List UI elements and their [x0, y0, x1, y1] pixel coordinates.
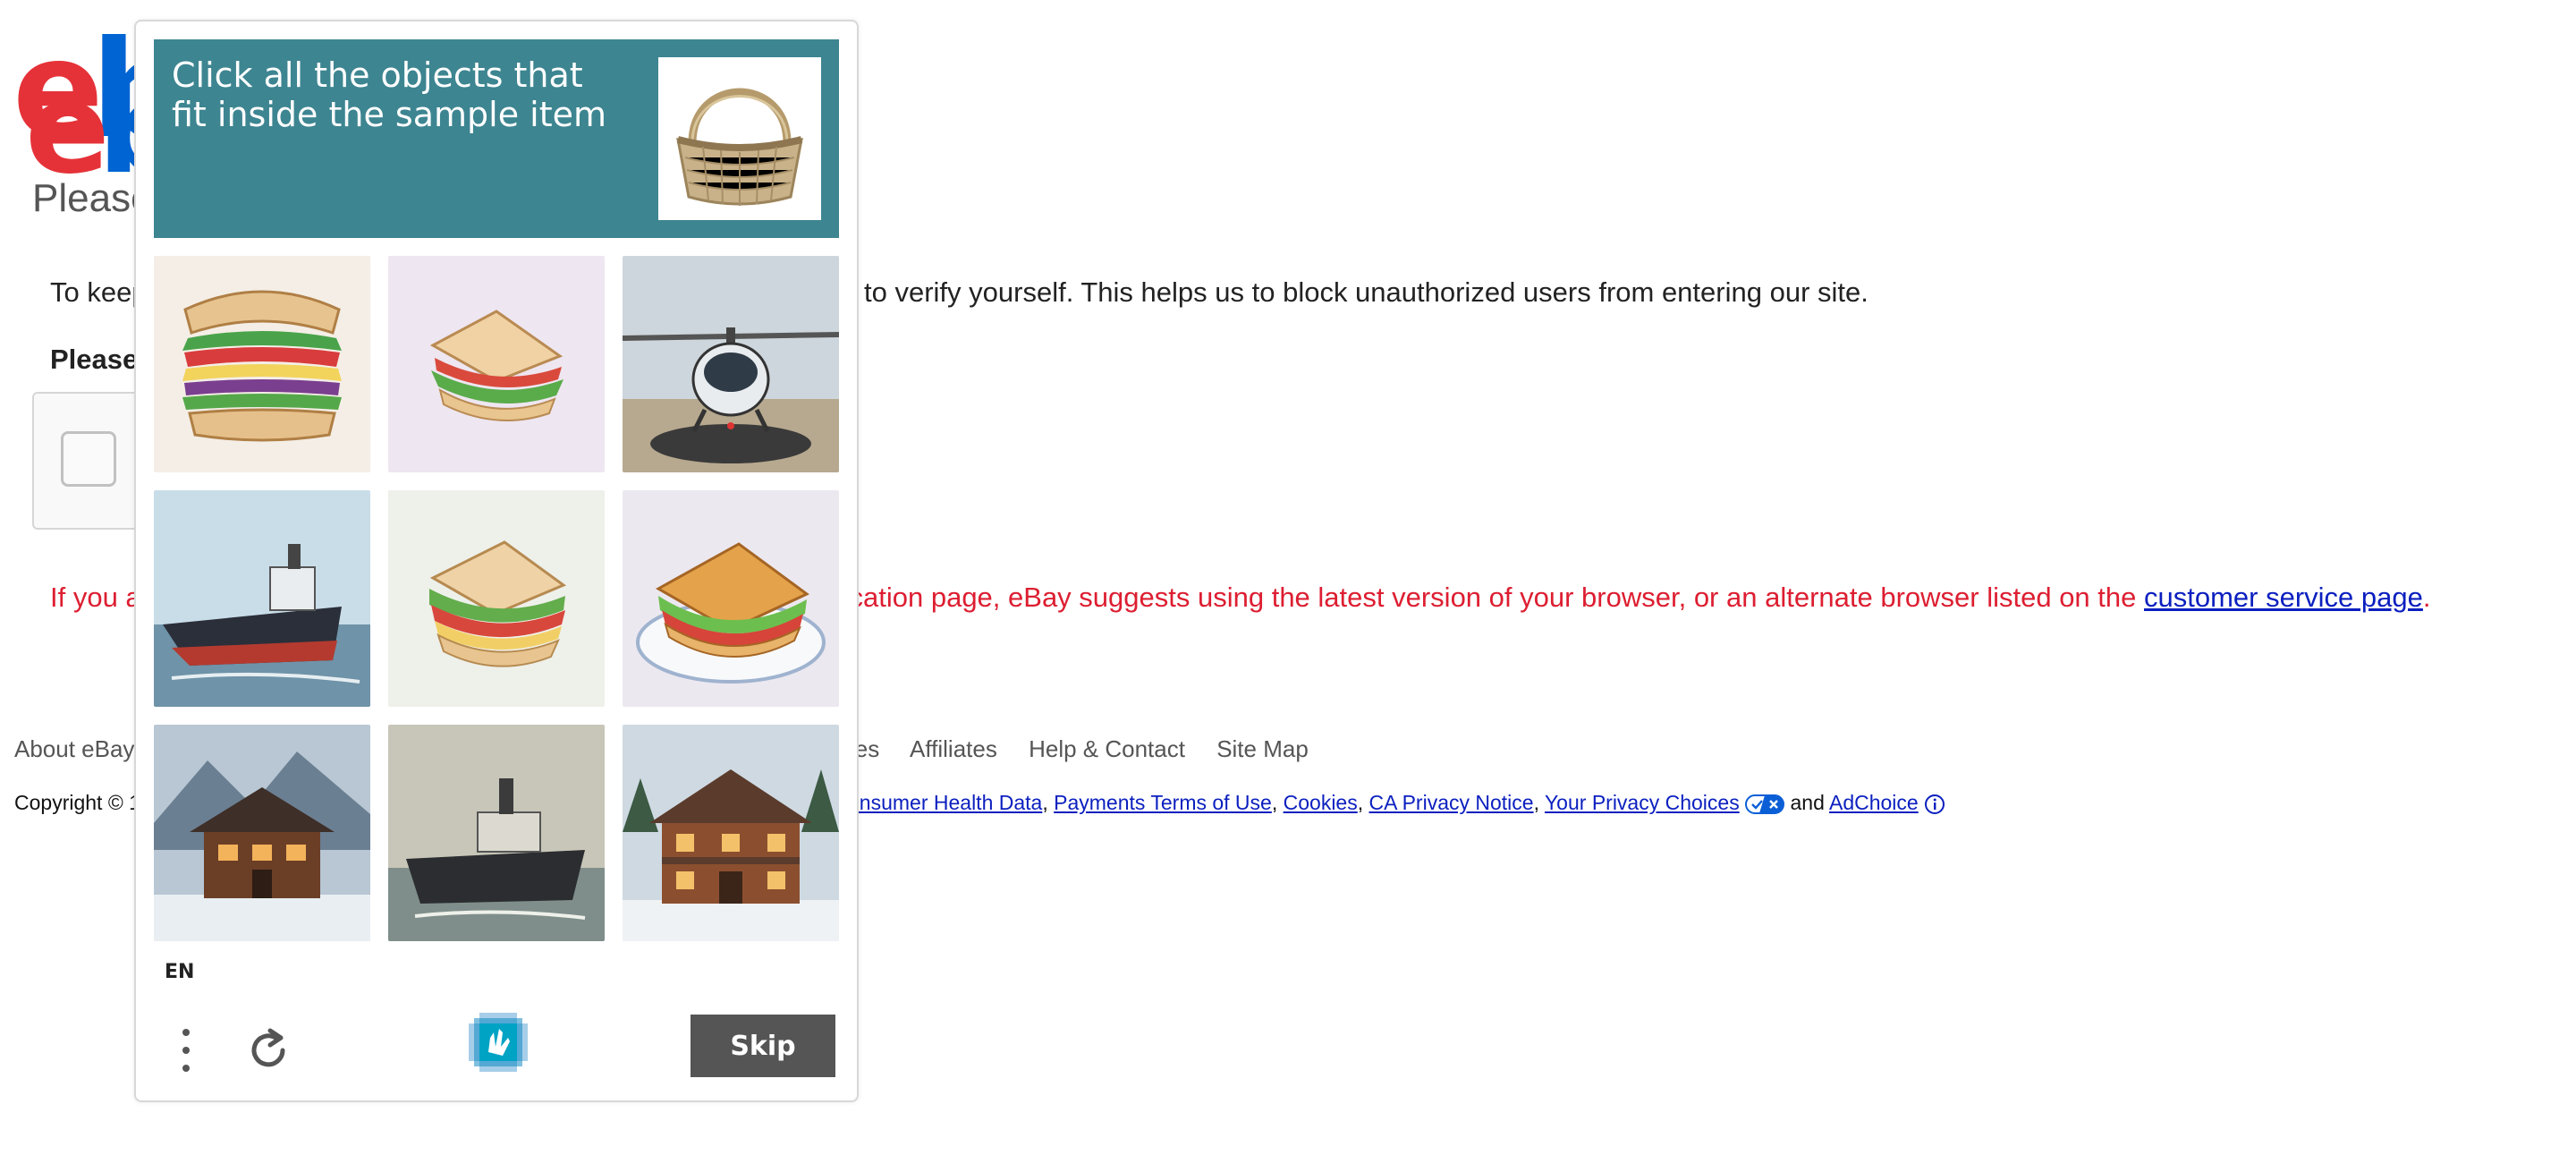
- skip-button[interactable]: Skip: [691, 1015, 835, 1077]
- captcha-tile-3[interactable]: [623, 256, 839, 472]
- captcha-tile-5[interactable]: [388, 490, 605, 707]
- footer-about[interactable]: About eBay: [14, 735, 134, 763]
- refresh-icon[interactable]: [243, 1025, 293, 1075]
- footer-link-affiliates[interactable]: Affiliates: [910, 735, 997, 762]
- adchoice-info-icon: [1925, 794, 1945, 814]
- intro-text-left: To keep: [50, 276, 148, 308]
- sandwich-icon: [388, 490, 605, 707]
- hcaptcha-logo-icon[interactable]: [467, 1011, 530, 1074]
- browser-warning-left: If you a: [50, 582, 141, 613]
- ship-icon: [388, 725, 605, 941]
- sandwich-icon: [388, 256, 605, 472]
- consumer-health-link[interactable]: onsumer Health Data: [848, 791, 1042, 814]
- copyright-links: onsumer Health Data, Payments Terms of U…: [848, 791, 1945, 815]
- house-icon: [623, 725, 839, 941]
- ship-icon: [154, 490, 370, 707]
- captcha-tile-1[interactable]: [154, 256, 370, 472]
- payments-terms-link[interactable]: Payments Terms of Use: [1054, 791, 1272, 814]
- browser-warning-text: fication page, eBay suggests using the l…: [835, 582, 2137, 613]
- sandwich-icon: [623, 490, 839, 707]
- verify-checkbox[interactable]: [61, 431, 116, 487]
- captcha-tile-4[interactable]: [154, 490, 370, 707]
- captcha-tile-2[interactable]: [388, 256, 605, 472]
- copyright-prefix: Copyright © 1: [14, 791, 140, 814]
- basket-icon: [676, 88, 803, 206]
- adchoice-link[interactable]: AdChoice: [1829, 791, 1919, 814]
- captcha-tile-8[interactable]: [388, 725, 605, 941]
- footer-links: ies Affiliates Help & Contact Site Map: [850, 735, 1334, 763]
- helicopter-icon: [623, 256, 839, 472]
- privacy-choices-link[interactable]: Your Privacy Choices: [1545, 791, 1740, 814]
- customer-service-link[interactable]: customer service page: [2144, 582, 2423, 613]
- captcha-prompt: Click all the objects that fit inside th…: [172, 55, 607, 134]
- ca-privacy-link[interactable]: CA Privacy Notice: [1369, 791, 1534, 814]
- browser-warning-right: fication page, eBay suggests using the l…: [835, 582, 2431, 614]
- captcha-tile-7[interactable]: [154, 725, 370, 941]
- captcha-tile-6[interactable]: [623, 490, 839, 707]
- footer-link-help[interactable]: Help & Contact: [1029, 735, 1185, 762]
- sample-item-image: [658, 57, 821, 220]
- verify-instruction: Please: [50, 344, 139, 375]
- captcha-dialog: Click all the objects that fit inside th…: [134, 20, 859, 1102]
- captcha-tile-9[interactable]: [623, 725, 839, 941]
- sandwich-icon: [154, 256, 370, 472]
- cookies-link[interactable]: Cookies: [1284, 791, 1358, 814]
- privacy-choices-icon: [1745, 794, 1785, 814]
- house-icon: [154, 725, 370, 941]
- menu-dots-icon[interactable]: [175, 1023, 197, 1077]
- language-selector[interactable]: EN: [165, 961, 194, 983]
- intro-text-right: to verify yourself. This helps us to blo…: [864, 276, 1868, 308]
- and-text: and: [1790, 791, 1825, 814]
- captcha-header: Click all the objects that fit inside th…: [154, 39, 839, 238]
- footer-link-sitemap[interactable]: Site Map: [1216, 735, 1309, 762]
- browser-warning-end: .: [2422, 582, 2431, 613]
